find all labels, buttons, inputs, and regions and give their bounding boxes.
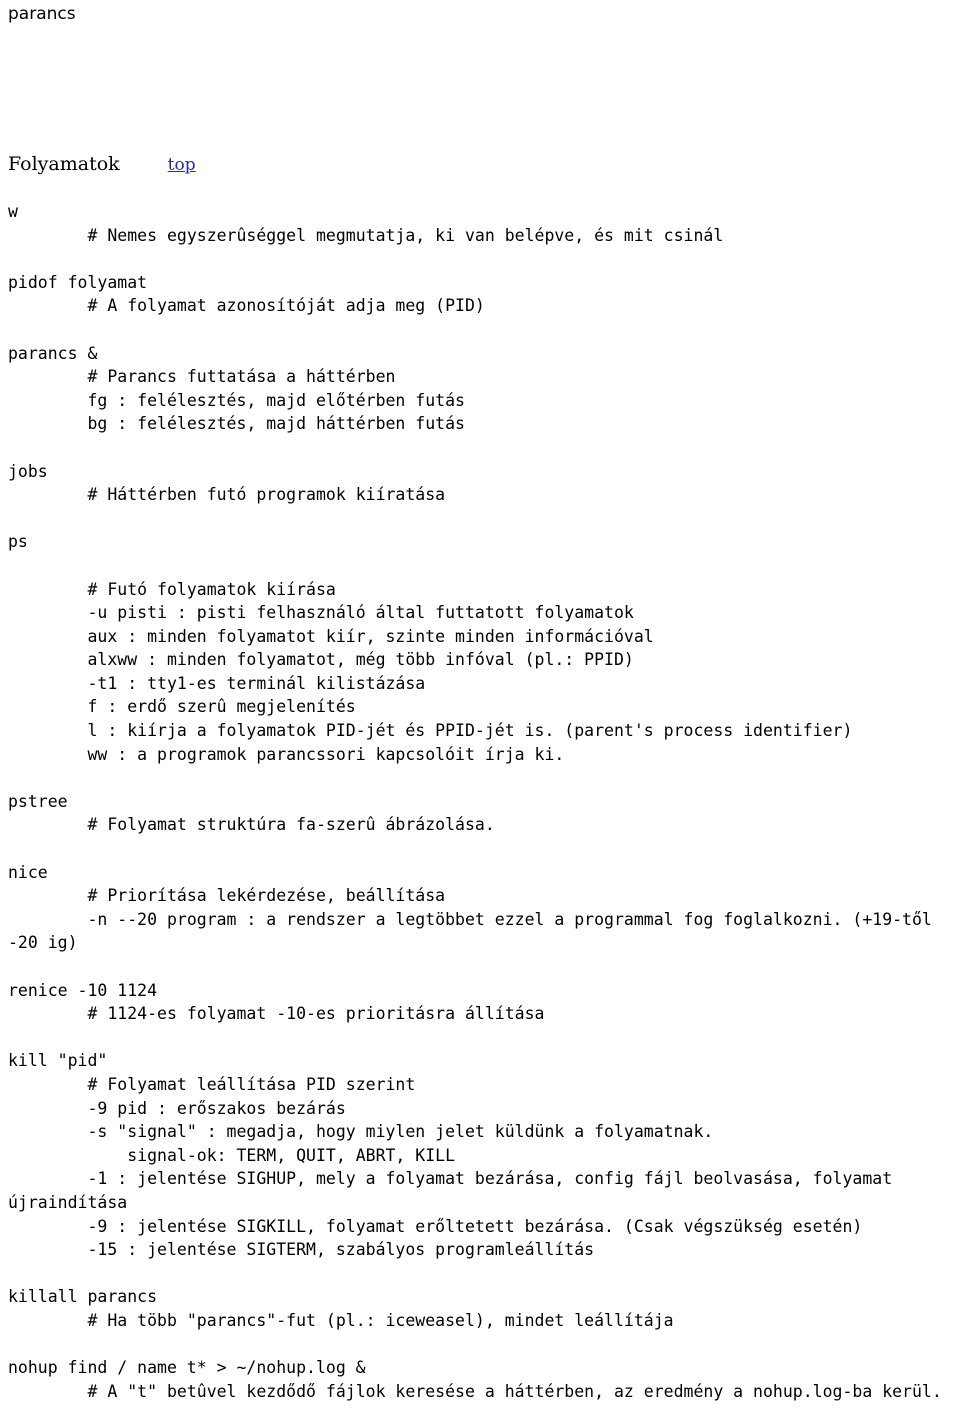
listing-line: # Folyamat struktúra fa-szerû ábrázolása… — [8, 815, 495, 835]
listing-line: pstree — [8, 791, 68, 811]
running-head: parancs — [8, 4, 76, 24]
section-title: Folyamatok — [8, 153, 120, 175]
listing-line: # 1124-es folyamat -10-es prioritásra ál… — [8, 1004, 545, 1024]
listing-line: w — [8, 202, 18, 221]
listing-line: f : erdő szerû megjelenítés — [8, 697, 356, 717]
listing-line: bg : felélesztés, majd háttérben futás — [8, 414, 465, 434]
command-listing: w # Nemes egyszerûséggel megmutatja, ki … — [8, 200, 952, 1403]
listing-line: pidof folyamat — [8, 272, 148, 292]
listing-blank-line — [8, 1026, 952, 1050]
listing-line: -1 : jelentése SIGHUP, mely a folyamat b… — [8, 1169, 903, 1212]
listing-line: ps — [8, 532, 28, 552]
listing-line: signal-ok: TERM, QUIT, ABRT, KILL — [8, 1145, 456, 1165]
listing-blank-line — [8, 247, 952, 271]
listing-blank-line — [8, 955, 952, 979]
listing-blank-line — [8, 837, 952, 861]
listing-line: -9 pid : erőszakos bezárás — [8, 1098, 346, 1118]
listing-line: jobs — [8, 461, 48, 481]
listing-blank-line — [8, 1262, 952, 1286]
document-page: parancs Folyamatok top w # Nemes egyszer… — [0, 0, 960, 1428]
listing-line: # Futó folyamatok kiírása — [8, 579, 336, 599]
listing-line: nohup find / name t* > ~/nohup.log & — [8, 1358, 366, 1378]
listing-line: -t1 : tty1-es terminál kilistázása — [8, 673, 426, 693]
listing-line: ww : a programok parancssori kapcsolóit … — [8, 744, 565, 764]
section-heading-row: Folyamatok top — [8, 152, 196, 177]
listing-line: aux : minden folyamatot kiír, szinte min… — [8, 626, 654, 646]
listing-blank-line — [8, 766, 952, 790]
listing-line: fg : felélesztés, majd előtérben futás — [8, 390, 465, 410]
listing-line: # A "t" betûvel kezdődő fájlok keresése … — [8, 1381, 942, 1401]
listing-line: # Háttérben futó programok kiíratása — [8, 485, 446, 505]
listing-line: # Parancs futtatása a háttérben — [8, 367, 396, 387]
listing-line: renice -10 1124 — [8, 980, 158, 1000]
listing-line: # A folyamat azonosítóját adja meg (PID) — [8, 296, 485, 316]
listing-line: -15 : jelentése SIGTERM, szabályos progr… — [8, 1240, 595, 1260]
top-link[interactable]: top — [168, 153, 196, 177]
listing-line: # Ha több "parancs"-fut (pl.: iceweasel)… — [8, 1310, 674, 1330]
listing-line: -u pisti : pisti felhasználó által futta… — [8, 603, 634, 623]
listing-line: killall parancs — [8, 1287, 158, 1307]
listing-line: -n --20 program : a rendszer a legtöbbet… — [8, 909, 942, 953]
listing-line: parancs & — [8, 343, 98, 363]
listing-line: nice — [8, 862, 48, 882]
listing-line: kill "pid" — [8, 1051, 108, 1071]
listing-blank-line — [8, 1333, 952, 1357]
listing-blank-line — [8, 507, 952, 531]
listing-line: # Folyamat leállítása PID szerint — [8, 1074, 416, 1094]
listing-line: # Nemes egyszerûséggel megmutatja, ki va… — [8, 225, 724, 245]
listing-line: -s "signal" : megadja, hogy miylen jelet… — [8, 1122, 714, 1142]
listing-blank-line — [8, 318, 952, 342]
listing-line: -9 : jelentése SIGKILL, folyamat erőltet… — [8, 1216, 863, 1236]
listing-line: l : kiírja a folyamatok PID-jét és PPID-… — [8, 721, 853, 741]
listing-blank-line — [8, 436, 952, 460]
listing-line: alxww : minden folyamatot, még több infó… — [8, 650, 634, 670]
listing-line: # Priorítása lekérdezése, beállítása — [8, 886, 446, 906]
listing-blank-line — [8, 554, 952, 578]
